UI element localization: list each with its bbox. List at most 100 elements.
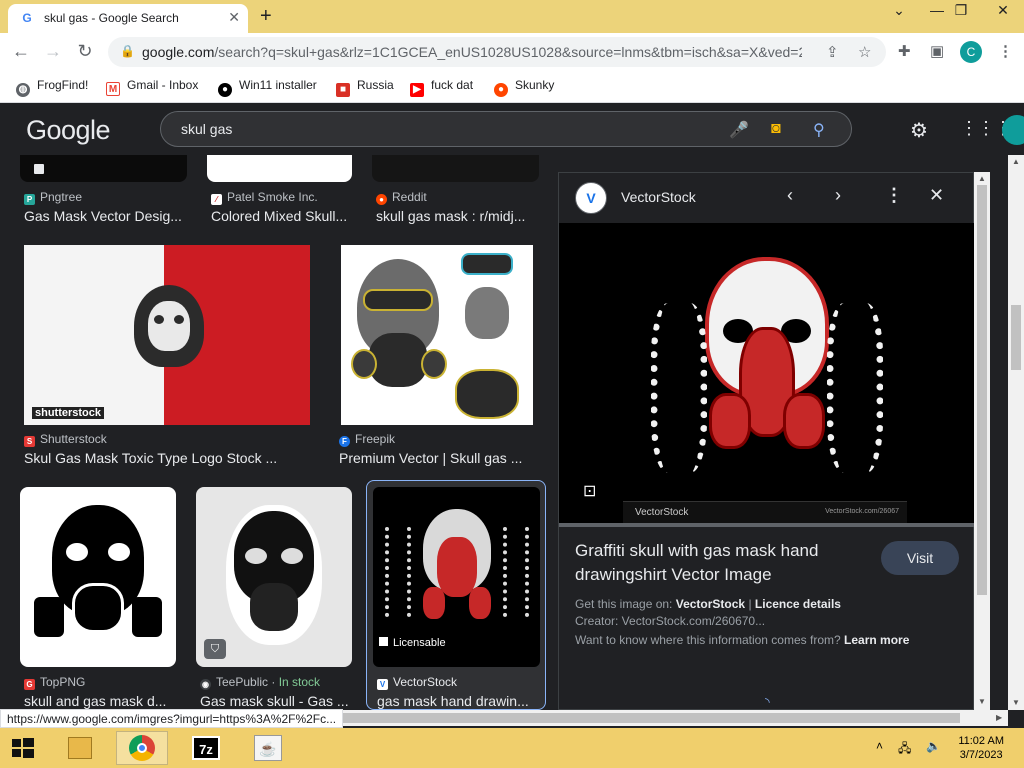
address-bar[interactable]: 🔒 google.com/search?q=skul+gas&rlz=1C1GC…	[108, 37, 886, 67]
shutterstock-icon: S	[24, 436, 35, 447]
search-query[interactable]: skul gas	[181, 121, 232, 137]
result-thumbnail[interactable]	[341, 245, 533, 425]
result-thumbnail[interactable]	[207, 155, 352, 182]
search-input[interactable]: skul gas 🎤 ◙ ⚲	[160, 111, 852, 147]
page-scroll-down-icon[interactable]: ▼	[1012, 698, 1020, 707]
scroll-right-arrow-icon[interactable]: ▶	[996, 713, 1002, 722]
image-results: P Pngtree Gas Mask Vector Desig... ⁄ Patel…	[0, 155, 560, 710]
panel-image-title[interactable]: Graffiti skull with gas mask hand drawin…	[575, 539, 865, 587]
bookmark-star-icon[interactable]: ☆	[858, 43, 871, 61]
bookmark-gmail[interactable]: M Gmail - Inbox	[106, 78, 198, 96]
result-caption[interactable]: skull and gas mask d...	[24, 693, 174, 709]
result-caption[interactable]: Colored Mixed Skull...	[211, 208, 351, 224]
google-logo[interactable]: Google	[26, 115, 111, 146]
result-source: ⁄ Patel Smoke Inc.	[211, 190, 318, 205]
bookmark-win11-installer[interactable]: ● Win11 installer	[218, 78, 317, 97]
reload-icon[interactable]: ↻	[74, 41, 96, 62]
scroll-down-arrow-icon[interactable]: ▼	[978, 697, 986, 706]
result-caption[interactable]: gas mask hand drawin...	[377, 693, 537, 709]
gmail-icon: M	[106, 82, 120, 96]
close-window-button[interactable]: ✕	[982, 2, 1024, 22]
patel-smoke-icon: ⁄	[211, 194, 222, 205]
vectorstock-logo-icon[interactable]: V	[575, 182, 607, 214]
image-icon	[34, 164, 44, 174]
panel-source-name[interactable]: VectorStock	[621, 189, 696, 205]
in-stock-label: In stock	[278, 675, 321, 689]
profile-avatar[interactable]: C	[960, 41, 982, 63]
image-preview-panel: V VectorStock ‹ › ⋮ ✕ ⊡ VectorStock Vect…	[558, 172, 975, 710]
result-caption[interactable]: Gas mask skull - Gas ...	[200, 693, 350, 709]
google-favicon-icon: G	[22, 11, 32, 25]
url-path: /search?q=skul+gas&rlz=1C1GCEA_enUS1028U…	[214, 44, 802, 60]
volume-icon[interactable]: 🔈	[926, 739, 941, 753]
loading-spinner-icon: ◝	[765, 695, 770, 709]
result-caption[interactable]: Skul Gas Mask Toxic Type Logo Stock ...	[24, 450, 314, 466]
page-scroll-thumb[interactable]	[1011, 305, 1021, 370]
network-icon[interactable]: 🖧	[898, 739, 911, 760]
result-caption[interactable]: skull gas mask : r/midj...	[376, 208, 536, 224]
java-taskbar-icon[interactable]: ☕	[242, 731, 294, 765]
chrome-taskbar-icon[interactable]	[116, 731, 168, 765]
system-clock[interactable]: 11:02 AM 3/7/2023	[958, 734, 1004, 762]
result-source: S Shutterstock	[24, 432, 107, 447]
file-explorer-icon[interactable]	[54, 731, 106, 765]
result-thumbnail[interactable]: shutterstock	[24, 245, 310, 425]
result-source: ◉ TeePublic · In stock	[200, 675, 321, 690]
bookmark-skunky[interactable]: ● Skunky	[494, 78, 554, 97]
result-thumbnail[interactable]	[20, 487, 176, 667]
tab-title: skul gas - Google Search	[44, 11, 179, 25]
page-scrollbar[interactable]	[1008, 155, 1024, 710]
lock-icon[interactable]: 🔒	[120, 44, 135, 58]
preview-image[interactable]: ⊡ VectorStock VectorStock.com/26067	[559, 223, 975, 523]
next-chevron-icon[interactable]: ›	[835, 185, 841, 206]
settings-gear-icon[interactable]: ⚙	[910, 118, 928, 143]
bookmark-russia[interactable]: ■ Russia	[336, 78, 394, 97]
horizontal-scroll-thumb[interactable]	[330, 713, 960, 723]
result-source: F Freepik	[339, 432, 395, 447]
tab-google-search[interactable]: G skul gas - Google Search ✕	[8, 4, 248, 33]
close-tab-icon[interactable]: ✕	[228, 9, 240, 26]
more-options-icon[interactable]: ⋮	[885, 185, 903, 206]
new-tab-button[interactable]: +	[260, 5, 272, 28]
7zip-taskbar-icon[interactable]: 7z	[180, 731, 232, 765]
panel-scroll-thumb[interactable]	[977, 185, 987, 595]
page-scroll-up-icon[interactable]: ▲	[1012, 157, 1020, 166]
tab-search-chevron-icon[interactable]: ⌄	[882, 2, 916, 22]
search-icon[interactable]: ⚲	[813, 120, 825, 140]
restore-button[interactable]: ❐	[944, 2, 978, 22]
pngtree-icon: P	[24, 194, 35, 205]
github-icon: ●	[218, 83, 232, 97]
side-panel-icon[interactable]: ▣	[930, 42, 944, 60]
extensions-icon[interactable]: ✚	[898, 42, 911, 60]
lens-camera-icon[interactable]: ◙	[771, 120, 781, 138]
menu-kebab-icon[interactable]: ⋮	[998, 42, 1013, 60]
close-panel-icon[interactable]: ✕	[929, 185, 944, 206]
result-thumbnail[interactable]	[20, 155, 187, 182]
forward-icon[interactable]: →	[42, 41, 64, 62]
clock-date: 3/7/2023	[959, 749, 1003, 761]
voice-search-icon[interactable]: 🎤	[729, 120, 749, 140]
url-host: google.com	[142, 44, 215, 60]
show-hidden-icons-chevron-icon[interactable]: ˄	[876, 739, 883, 753]
learn-more-link[interactable]: Learn more	[844, 633, 909, 647]
licence-details-link[interactable]: Licence details	[755, 597, 841, 611]
info-line: Want to know where this information come…	[575, 633, 910, 647]
account-avatar[interactable]	[1002, 115, 1024, 145]
globe-icon: ◍	[16, 83, 30, 97]
result-caption[interactable]: Premium Vector | Skull gas ...	[339, 450, 539, 466]
result-thumbnail[interactable]: ⛉	[196, 487, 352, 667]
back-icon[interactable]: ←	[10, 41, 32, 62]
get-source-link[interactable]: VectorStock	[676, 597, 745, 611]
preview-watermark: VectorStock	[635, 507, 689, 518]
start-button[interactable]	[0, 731, 52, 765]
scroll-up-arrow-icon[interactable]: ▲	[978, 174, 986, 183]
previous-chevron-icon[interactable]: ‹	[787, 185, 793, 206]
share-icon[interactable]: ⇪	[826, 43, 839, 61]
lens-search-icon[interactable]: ⊡	[583, 481, 596, 501]
bookmark-frogfind[interactable]: ◍ FrogFind!	[16, 78, 88, 97]
result-thumbnail[interactable]	[372, 155, 539, 182]
visit-button[interactable]: Visit	[881, 541, 959, 575]
result-caption[interactable]: Gas Mask Vector Desig...	[24, 208, 189, 224]
image-icon	[379, 637, 388, 646]
bookmark-youtube[interactable]: ▶ fuck dat	[410, 78, 473, 97]
